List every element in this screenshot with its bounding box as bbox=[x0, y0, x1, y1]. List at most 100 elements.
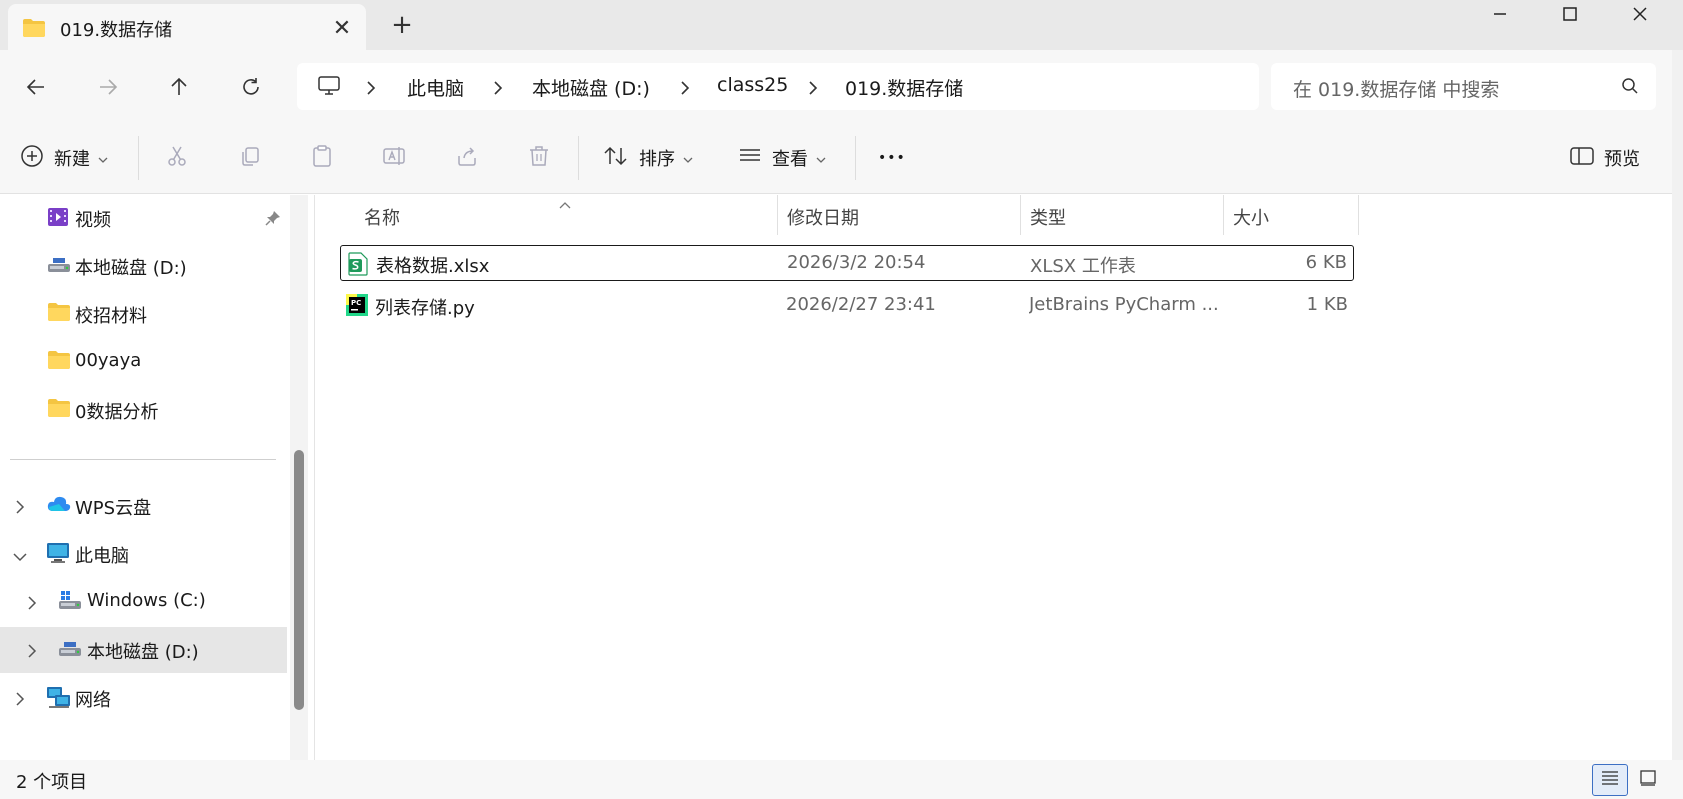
chevron-right-icon[interactable] bbox=[14, 498, 26, 520]
tab-current-folder[interactable]: 019.数据存储 ✕ bbox=[8, 4, 366, 50]
file-type: XLSX 工作表 bbox=[1030, 256, 1136, 277]
sidebar-item-label: WPS云盘 bbox=[75, 498, 152, 519]
column-divider[interactable] bbox=[1223, 195, 1224, 235]
chevron-right-icon[interactable] bbox=[14, 690, 26, 712]
title-bar: 019.数据存储 ✕ + bbox=[0, 0, 1683, 50]
file-type: JetBrains PyCharm ... bbox=[1029, 294, 1219, 315]
file-name: 列表存储.py bbox=[375, 298, 475, 319]
address-bar[interactable]: 此电脑 本地磁盘 (D:) class25 019.数据存储 bbox=[297, 63, 1259, 110]
window-close-icon[interactable] bbox=[1605, 0, 1675, 28]
sidebar-scrollbar-thumb[interactable] bbox=[294, 450, 304, 710]
command-bar: 新建 排序 查看 ••• 预览 bbox=[0, 122, 1683, 194]
column-header-date[interactable]: 修改日期 bbox=[787, 204, 859, 230]
column-header-name[interactable]: 名称 bbox=[364, 204, 400, 230]
clipboard-icon bbox=[310, 144, 334, 173]
column-header-size[interactable]: 大小 bbox=[1233, 204, 1269, 230]
column-divider[interactable] bbox=[1020, 195, 1021, 235]
preview-pane-button[interactable]: 预览 bbox=[1570, 140, 1640, 176]
chevron-down-icon[interactable] bbox=[12, 546, 28, 568]
breadcrumb-drive-d[interactable]: 本地磁盘 (D:) bbox=[532, 74, 650, 101]
sidebar-item-windows-c[interactable]: Windows (C:) bbox=[0, 579, 287, 625]
minimize-icon[interactable] bbox=[1465, 0, 1535, 28]
paste-button[interactable] bbox=[310, 140, 334, 176]
search-icon[interactable] bbox=[1621, 77, 1639, 100]
search-input[interactable]: 在 019.数据存储 中搜索 bbox=[1271, 63, 1656, 110]
sort-ascending-icon bbox=[558, 194, 572, 216]
sort-button[interactable]: 排序 bbox=[603, 140, 693, 176]
drive-icon bbox=[47, 254, 71, 281]
copy-icon bbox=[238, 144, 262, 173]
cut-button[interactable] bbox=[165, 140, 189, 176]
more-options-button[interactable]: ••• bbox=[878, 140, 906, 176]
sidebar-item-label: 00yaya bbox=[75, 350, 142, 371]
copy-button[interactable] bbox=[238, 140, 262, 176]
new-tab-button[interactable]: + bbox=[385, 8, 419, 42]
sort-icon bbox=[603, 144, 629, 173]
file-name: 表格数据.xlsx bbox=[376, 256, 490, 277]
toolbar-divider bbox=[578, 136, 579, 180]
address-row: 此电脑 本地磁盘 (D:) class25 019.数据存储 在 019.数据存… bbox=[0, 50, 1683, 122]
maximize-icon[interactable] bbox=[1535, 0, 1605, 28]
sidebar-item-this-pc[interactable]: 此电脑 bbox=[0, 531, 287, 577]
details-view-button[interactable] bbox=[1592, 764, 1628, 796]
column-divider[interactable] bbox=[777, 195, 778, 235]
share-icon bbox=[455, 144, 479, 173]
trash-icon bbox=[527, 144, 551, 173]
new-label: 新建 bbox=[54, 149, 90, 170]
sidebar-item-data-analysis[interactable]: 0数据分析 bbox=[0, 387, 287, 433]
folder-icon bbox=[22, 18, 46, 43]
file-date: 2026/2/27 23:41 bbox=[786, 294, 936, 315]
view-button[interactable]: 查看 bbox=[738, 140, 826, 176]
sidebar-item-drive-d-pinned[interactable]: 本地磁盘 (D:) bbox=[0, 243, 287, 289]
up-arrow-icon[interactable] bbox=[159, 67, 199, 107]
sidebar-divider bbox=[10, 459, 276, 460]
large-icons-view-button[interactable] bbox=[1630, 764, 1666, 796]
scissors-icon bbox=[165, 144, 189, 173]
sidebar-item-label: 网络 bbox=[75, 690, 111, 711]
network-icon bbox=[46, 686, 72, 715]
column-divider[interactable] bbox=[1358, 195, 1359, 235]
chevron-down-icon bbox=[98, 147, 108, 169]
chevron-right-icon[interactable] bbox=[807, 79, 819, 101]
chevron-right-icon[interactable] bbox=[26, 594, 38, 616]
video-icon bbox=[47, 206, 69, 233]
computer-icon bbox=[46, 542, 70, 569]
breadcrumb-class25[interactable]: class25 bbox=[717, 74, 788, 96]
sidebar-item-campus-recruit[interactable]: 校招材料 bbox=[0, 291, 287, 337]
sidebar-item-videos[interactable]: 视频 bbox=[0, 195, 287, 241]
forward-arrow-icon[interactable] bbox=[88, 67, 128, 107]
new-button[interactable]: 新建 bbox=[20, 140, 108, 176]
tiles-view-icon bbox=[1638, 769, 1658, 792]
toolbar-divider bbox=[855, 136, 856, 180]
rename-icon bbox=[382, 144, 408, 173]
folder-icon bbox=[47, 302, 71, 327]
column-header-type[interactable]: 类型 bbox=[1030, 204, 1066, 230]
sidebar-item-drive-d[interactable]: 本地磁盘 (D:) bbox=[0, 627, 287, 673]
sidebar-item-wps-cloud[interactable]: WPS云盘 bbox=[0, 483, 287, 529]
delete-button[interactable] bbox=[527, 140, 551, 176]
chevron-right-icon[interactable] bbox=[26, 642, 38, 664]
sidebar-item-00yaya[interactable]: 00yaya bbox=[0, 339, 287, 385]
breadcrumb-current-folder[interactable]: 019.数据存储 bbox=[845, 74, 963, 101]
chevron-right-icon[interactable] bbox=[365, 79, 377, 101]
pin-icon[interactable] bbox=[265, 209, 281, 231]
pane-divider[interactable] bbox=[314, 195, 315, 760]
close-tab-icon[interactable]: ✕ bbox=[326, 12, 358, 44]
chevron-right-icon[interactable] bbox=[492, 79, 504, 101]
sidebar-item-network[interactable]: 网络 bbox=[0, 675, 287, 721]
file-row[interactable]: PC 列表存储.py 2026/2/27 23:41 JetBrains PyC… bbox=[340, 288, 1354, 324]
share-button[interactable] bbox=[455, 140, 479, 176]
chevron-right-icon[interactable] bbox=[679, 79, 691, 101]
windows-drive-icon bbox=[58, 590, 82, 617]
sidebar-item-label: 校招材料 bbox=[75, 306, 147, 327]
back-arrow-icon[interactable] bbox=[16, 67, 56, 107]
toolbar-divider bbox=[138, 136, 139, 180]
file-date: 2026/3/2 20:54 bbox=[787, 252, 926, 273]
navigation-pane: 视频 本地磁盘 (D:) 校招材料 00yaya 0数据分析 WPS云盘 此电脑… bbox=[0, 195, 287, 760]
rename-button[interactable] bbox=[382, 140, 408, 176]
pycharm-icon: PC bbox=[346, 294, 368, 321]
xlsx-icon bbox=[347, 252, 369, 281]
breadcrumb-this-pc[interactable]: 此电脑 bbox=[407, 74, 464, 101]
file-row[interactable]: 表格数据.xlsx 2026/3/2 20:54 XLSX 工作表 6 KB bbox=[340, 245, 1354, 281]
refresh-icon[interactable] bbox=[231, 67, 271, 107]
